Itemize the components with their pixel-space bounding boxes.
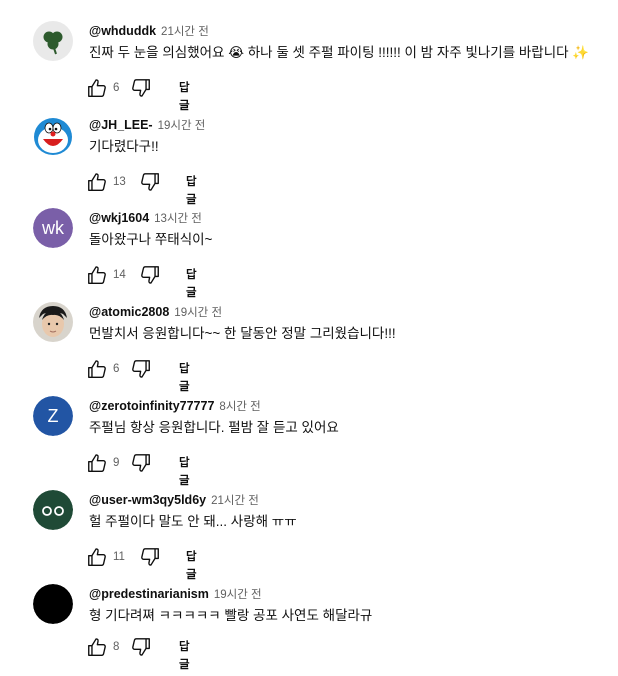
reply-button[interactable]: 답글: [179, 79, 190, 115]
thumbs-up-icon: [88, 360, 106, 378]
like-count: 8: [113, 641, 120, 653]
comment-author[interactable]: @JH_LEE-: [89, 118, 153, 132]
comment-time[interactable]: 8시간 전: [219, 401, 260, 413]
like-button[interactable]: [86, 546, 108, 568]
thumbs-up-icon: [88, 173, 106, 191]
comment-text: 형 기다려쪄 ㅋㅋㅋㅋㅋ 빨랑 공포 사연도 해달라규: [89, 608, 373, 623]
dislike-button[interactable]: [139, 171, 161, 193]
comment-item: @predestinarianism 19시간 전 형 기다려쪄 ㅋㅋㅋㅋㅋ 빨랑…: [0, 584, 618, 676]
avatar[interactable]: [33, 302, 73, 342]
comment-time[interactable]: 19시간 전: [214, 589, 262, 601]
thumbs-up-icon: [88, 266, 106, 284]
comment-text: 헐 주펄이다 말도 안 돼... 사랑해 ㅠㅠ: [89, 514, 297, 529]
clover-icon: [33, 21, 73, 61]
comment-time[interactable]: 13시간 전: [154, 213, 202, 225]
comment-time[interactable]: 19시간 전: [158, 120, 206, 132]
thumbs-up-icon: [88, 79, 106, 97]
avatar[interactable]: [33, 584, 73, 624]
doraemon-icon: [33, 115, 73, 155]
like-button[interactable]: [86, 358, 108, 380]
dislike-button[interactable]: [130, 77, 152, 99]
reply-button[interactable]: 답글: [186, 548, 197, 584]
comment-text: 진짜 두 눈을 의심했어요 😭 하나 둘 셋 주펄 파이팅 !!!!!! 이 밤…: [89, 45, 590, 60]
avatar[interactable]: Z: [33, 396, 73, 436]
thumbs-down-icon: [141, 548, 159, 566]
comment-item: wk @wkj1604 13시간 전 돌아왔구나 쭈태식이~ 14 답글: [0, 208, 618, 300]
like-count: 14: [113, 269, 126, 281]
reply-button[interactable]: 답글: [179, 638, 190, 674]
dislike-button[interactable]: [139, 546, 161, 568]
dislike-button[interactable]: [130, 452, 152, 474]
reply-button[interactable]: 답글: [186, 266, 197, 302]
reply-button[interactable]: 답글: [179, 360, 190, 396]
like-button[interactable]: [86, 452, 108, 474]
comment-author[interactable]: @user-wm3qy5ld6y: [89, 493, 206, 507]
like-count: 6: [113, 363, 120, 375]
avatar[interactable]: wk: [33, 208, 73, 248]
comment-author[interactable]: @atomic2808: [89, 305, 169, 319]
like-count: 6: [113, 82, 120, 94]
thumbs-up-icon: [88, 548, 106, 566]
like-count: 11: [113, 551, 125, 563]
like-button[interactable]: [86, 171, 108, 193]
like-button[interactable]: [86, 264, 108, 286]
black-circle-icon: [33, 584, 73, 624]
like-count: 9: [113, 457, 120, 469]
dislike-button[interactable]: [139, 264, 161, 286]
comment-item: @JH_LEE- 19시간 전 기다렸다구!! 13 답글: [0, 115, 618, 207]
avatar-letters: wk: [42, 218, 64, 238]
comment-item: Z @zerotoinfinity77777 8시간 전 주펄님 항상 응원합니다…: [0, 396, 618, 488]
comment-author[interactable]: @zerotoinfinity77777: [89, 399, 214, 413]
person-photo-icon: [33, 302, 73, 342]
comment-time[interactable]: 21시간 전: [161, 26, 209, 38]
thumbs-up-icon: [88, 454, 106, 472]
comment-text: 먼발치서 응원합니다~~ 한 달동안 정말 그리웠습니다!!!: [89, 326, 396, 341]
dislike-button[interactable]: [130, 636, 152, 658]
reply-button[interactable]: 답글: [179, 454, 190, 490]
dislike-button[interactable]: [130, 358, 152, 380]
avatar[interactable]: [33, 115, 73, 155]
comment-text: 기다렸다구!!: [89, 139, 159, 154]
comment-time[interactable]: 21시간 전: [211, 495, 259, 507]
comment-item: @user-wm3qy5ld6y 21시간 전 헐 주펄이다 말도 안 돼... …: [0, 490, 618, 582]
comment-author[interactable]: @predestinarianism: [89, 587, 209, 601]
comment-item: @atomic2808 19시간 전 먼발치서 응원합니다~~ 한 달동안 정말 …: [0, 302, 618, 394]
thumbs-up-icon: [88, 638, 106, 656]
like-count: 13: [113, 176, 126, 188]
comment-author[interactable]: @whduddk: [89, 24, 156, 38]
avatar[interactable]: [33, 490, 73, 530]
thumbs-down-icon: [132, 79, 150, 97]
eyes-icon: [33, 490, 73, 530]
reply-button[interactable]: 답글: [186, 173, 197, 209]
thumbs-down-icon: [132, 454, 150, 472]
comment-text: 주펄님 항상 응원합니다. 펄밤 잘 듣고 있어요: [89, 420, 339, 435]
comment-time[interactable]: 19시간 전: [174, 307, 222, 319]
comment-item: @whduddk 21시간 전 진짜 두 눈을 의심했어요 😭 하나 둘 셋 주펄…: [0, 21, 618, 113]
like-button[interactable]: [86, 77, 108, 99]
comment-author[interactable]: @wkj1604: [89, 211, 149, 225]
thumbs-down-icon: [132, 360, 150, 378]
avatar-letters: Z: [47, 406, 59, 426]
thumbs-down-icon: [141, 173, 159, 191]
thumbs-down-icon: [141, 266, 159, 284]
like-button[interactable]: [86, 636, 108, 658]
avatar[interactable]: [33, 21, 73, 61]
thumbs-down-icon: [132, 638, 150, 656]
comment-text: 돌아왔구나 쭈태식이~: [89, 232, 213, 247]
